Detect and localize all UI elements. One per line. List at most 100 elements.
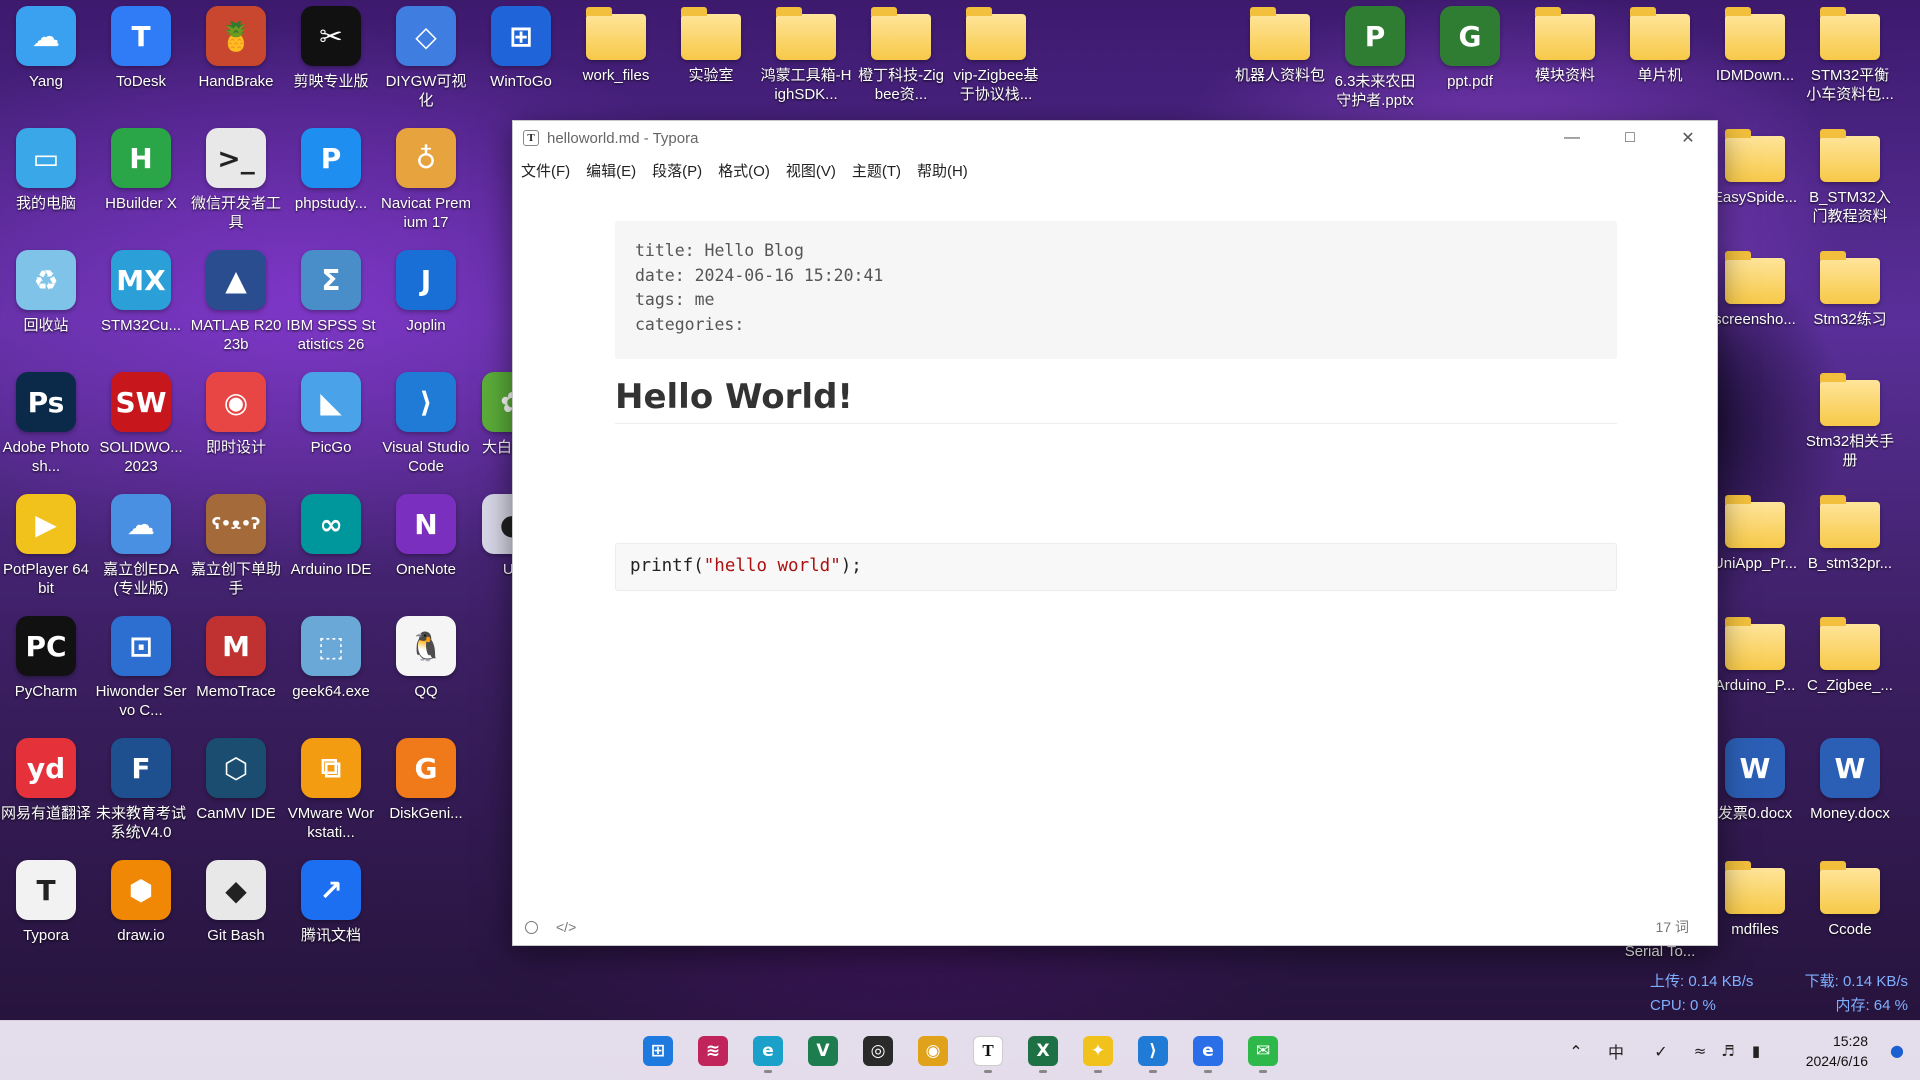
desktop-icon[interactable]: 🍍 HandBrake	[190, 6, 282, 91]
desktop-icon[interactable]: ♻ 回收站	[0, 250, 92, 335]
desktop-icon[interactable]: ⬡ CanMV IDE	[190, 738, 282, 823]
desktop-icon[interactable]: UniApp_Pr...	[1709, 494, 1801, 573]
editor-area[interactable]: title: Hello Blog date: 2024-06-16 15:20…	[513, 185, 1717, 909]
menu-format[interactable]: 格式(O)	[718, 160, 770, 181]
desktop-icon[interactable]: Stm32练习	[1804, 250, 1896, 329]
desktop-icon[interactable]: ⬢ draw.io	[95, 860, 187, 945]
desktop-icon[interactable]: PC PyCharm	[0, 616, 92, 701]
desktop-icon[interactable]: 橙丁科技-Zigbee资...	[855, 6, 947, 104]
desktop-icon[interactable]: T ToDesk	[95, 6, 187, 91]
title-bar[interactable]: T helloworld.md - Typora — □ ✕	[513, 121, 1717, 155]
desktop-icon[interactable]: MX STM32Cu...	[95, 250, 187, 335]
yaml-front-matter[interactable]: title: Hello Blog date: 2024-06-16 15:20…	[615, 221, 1617, 359]
desktop-icon[interactable]: W Money.docx	[1804, 738, 1896, 823]
desktop-icon[interactable]: 实验室	[665, 6, 757, 85]
desktop-icon[interactable]: M MemoTrace	[190, 616, 282, 701]
menu-view[interactable]: 视图(V)	[786, 160, 836, 181]
taskbar-browser-button[interactable]: e	[1188, 1031, 1228, 1073]
source-code-mode-icon[interactable]: </>	[556, 919, 576, 935]
heading-1[interactable]: Hello World!	[615, 377, 1617, 424]
taskbar-excel-button[interactable]: X	[1023, 1031, 1063, 1073]
taskbar-photos-button[interactable]: ✦	[1078, 1031, 1118, 1073]
desktop-icon[interactable]: Arduino_P...	[1709, 616, 1801, 695]
desktop-icon[interactable]: C_Zigbee_...	[1804, 616, 1896, 695]
word-count[interactable]: 17 词	[1656, 917, 1689, 937]
desktop-icon[interactable]: ▶ PotPlayer 64 bit	[0, 494, 92, 598]
taskbar-vscode-button[interactable]: ⟩	[1133, 1031, 1173, 1073]
desktop-icon[interactable]: P 6.3未来农田守护者.pptx	[1329, 6, 1421, 110]
desktop-icon[interactable]: STM32平衡小车资料包...	[1804, 6, 1896, 104]
desktop-icon[interactable]: B_stm32pr...	[1804, 494, 1896, 573]
desktop-icon[interactable]: >_ 微信开发者工具	[190, 128, 282, 232]
taskbar-wechat-button[interactable]: ✉	[1243, 1031, 1283, 1073]
desktop-icon[interactable]: G DiskGeni...	[380, 738, 472, 823]
taskbar-edge-button[interactable]: e	[748, 1031, 788, 1073]
desktop-icon[interactable]: Pphpstudy...	[285, 128, 377, 213]
taskbar-vs-button[interactable]: V	[803, 1031, 843, 1071]
desktop-icon[interactable]: IDMDown...	[1709, 6, 1801, 85]
desktop-icon[interactable]: 单片机	[1614, 6, 1706, 85]
desktop-icon[interactable]: Ps Adobe Photosh...	[0, 372, 92, 476]
desktop-icon[interactable]: ⊞ WinToGo	[475, 6, 567, 91]
desktop-icon[interactable]: 机器人资料包	[1234, 6, 1326, 85]
wifi-icon[interactable]: ≈	[1686, 1042, 1714, 1060]
desktop-icon[interactable]: 模块资料	[1519, 6, 1611, 85]
desktop-icon[interactable]: work_files	[570, 6, 662, 85]
desktop-icon[interactable]: ☁ Yang	[0, 6, 92, 91]
taskbar-start-button[interactable]: ⊞	[638, 1031, 678, 1071]
desktop-icon[interactable]: ▲ MATLAB R2023b	[190, 250, 282, 354]
menu-help[interactable]: 帮助(H)	[917, 160, 968, 181]
desktop-icon[interactable]: ⬚ geek64.exe	[285, 616, 377, 701]
maximize-button[interactable]: □	[1601, 121, 1659, 155]
desktop-icon[interactable]: ◇ DIYGW可视化	[380, 6, 472, 110]
desktop-icon[interactable]: Stm32相关手册	[1804, 372, 1896, 470]
taskbar-chrome-button[interactable]: ◉	[913, 1031, 953, 1071]
desktop-icon[interactable]: 🐧 QQ	[380, 616, 472, 701]
menu-paragraph[interactable]: 段落(P)	[652, 160, 702, 181]
taskbar-fdm-button[interactable]: ≋	[693, 1031, 733, 1071]
desktop-icon[interactable]: Gppt.pdf	[1424, 6, 1516, 91]
desktop-icon[interactable]: mdfiles	[1709, 860, 1801, 939]
code-block[interactable]: printf("hello world");	[615, 543, 1617, 591]
desktop-icon[interactable]: SW SOLIDWO... 2023	[95, 372, 187, 476]
desktop-icon[interactable]: ☁ 嘉立创EDA(专业版)	[95, 494, 187, 598]
menu-edit[interactable]: 编辑(E)	[586, 160, 636, 181]
desktop-icon[interactable]: ʕ•ᴥ•ʔ 嘉立创下单助手	[190, 494, 282, 598]
desktop-icon[interactable]: ◉ 即时设计	[190, 372, 282, 457]
chevron-up-icon[interactable]: ⌃	[1556, 1042, 1596, 1061]
desktop-icon[interactable]: Ccode	[1804, 860, 1896, 939]
notification-bell-icon[interactable]: ●	[1890, 1041, 1904, 1060]
close-button[interactable]: ✕	[1659, 121, 1717, 155]
input-method-icon[interactable]: 中	[1596, 1039, 1636, 1063]
desktop-icon[interactable]: J Joplin	[380, 250, 472, 335]
desktop-icon[interactable]: F 未来教育考试系统V4.0	[95, 738, 187, 842]
desktop-icon[interactable]: ⊡ Hiwonder Servo C...	[95, 616, 187, 720]
menu-theme[interactable]: 主题(T)	[852, 160, 901, 181]
desktop-icon[interactable]: ✂ 剪映专业版	[285, 6, 377, 91]
desktop-icon[interactable]: screensho...	[1709, 250, 1801, 329]
desktop-icon[interactable]: ◆ Git Bash	[190, 860, 282, 945]
desktop-icon[interactable]: Σ IBM SPSS Statistics 26	[285, 250, 377, 354]
outline-toggle-icon[interactable]	[525, 920, 538, 934]
taskbar-obs-button[interactable]: ◎	[858, 1031, 898, 1071]
desktop-icon[interactable]: ⟩ Visual Studio Code	[380, 372, 472, 476]
desktop-icon[interactable]: ⧉ VMware Workstati...	[285, 738, 377, 842]
desktop-icon[interactable]: ∞ Arduino IDE	[285, 494, 377, 579]
desktop-icon[interactable]: H HBuilder X	[95, 128, 187, 213]
menu-file[interactable]: 文件(F)	[521, 160, 570, 181]
minimize-button[interactable]: —	[1543, 121, 1601, 155]
desktop-icon[interactable]: B_STM32入门教程资料	[1804, 128, 1896, 226]
volume-icon[interactable]: ♬	[1714, 1042, 1742, 1060]
clock[interactable]: 15:28 2024/6/16	[1806, 1031, 1868, 1071]
desktop-icon[interactable]: ↗ 腾讯文档	[285, 860, 377, 945]
taskbar-typora-button[interactable]: T	[968, 1031, 1008, 1073]
desktop-icon[interactable]: ♁ Navicat Premium 17	[380, 128, 472, 232]
desktop-icon[interactable]: vip-Zigbee基于协议栈...	[950, 6, 1042, 104]
desktop-icon[interactable]: ◣ PicGo	[285, 372, 377, 457]
desktop-icon[interactable]: ▭ 我的电脑	[0, 128, 92, 213]
clipboard-check-icon[interactable]: ✓	[1636, 1042, 1686, 1061]
desktop-icon[interactable]: N OneNote	[380, 494, 472, 579]
typora-window[interactable]: T helloworld.md - Typora — □ ✕ 文件(F) 编辑(…	[512, 120, 1718, 946]
desktop-icon[interactable]: W 发票0.docx	[1709, 738, 1801, 823]
desktop-icon[interactable]: EasySpide...	[1709, 128, 1801, 207]
